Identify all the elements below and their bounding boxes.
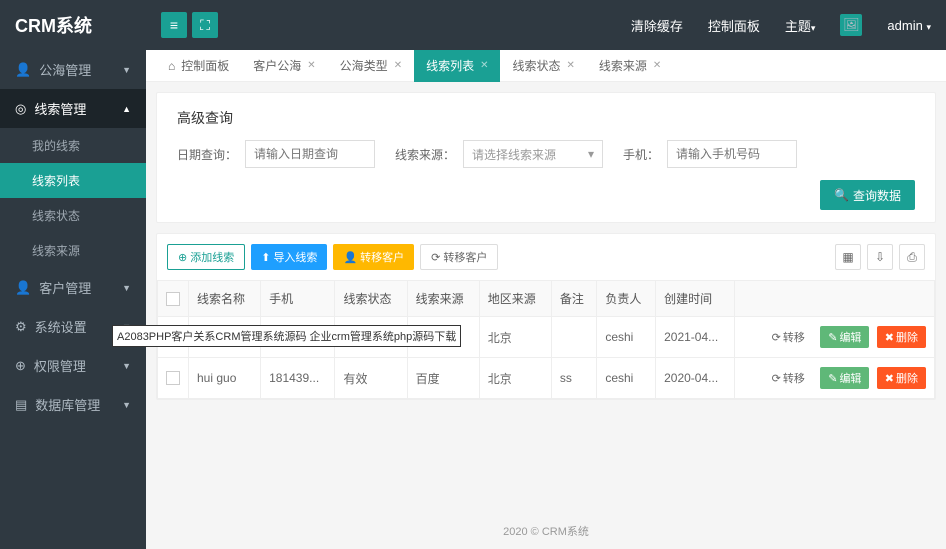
sidebar: CRM系统 👤公海管理 ▼ ◎线索管理 ▲ 我的线索 线索列表 线索状态 线索来… bbox=[0, 0, 146, 549]
search-icon: 🔍 bbox=[834, 188, 849, 202]
select-all-checkbox[interactable] bbox=[166, 292, 180, 306]
avatar[interactable]: 🖼 bbox=[840, 14, 862, 36]
user-menu[interactable]: admin ▾ bbox=[887, 18, 931, 33]
footer: 2020 © CRM系统 bbox=[146, 513, 946, 549]
caret-down-icon: ▼ bbox=[122, 361, 131, 371]
add-clue-button[interactable]: ⊕添加线索 bbox=[167, 244, 245, 270]
clear-cache-link[interactable]: 清除缓存 bbox=[631, 16, 683, 35]
gear-icon: ⚙ bbox=[15, 319, 27, 335]
row-delete-button[interactable]: ✖删除 bbox=[877, 326, 926, 348]
upload-icon: ⬆ bbox=[261, 251, 270, 264]
row-edit-button[interactable]: ✎编辑 bbox=[820, 367, 869, 389]
print-button[interactable]: ⎙ bbox=[899, 244, 925, 270]
phone-input[interactable] bbox=[667, 140, 797, 168]
target-icon: ◎ bbox=[15, 101, 26, 117]
refresh-icon: ⟳ bbox=[431, 251, 440, 264]
tooltip: A2083PHP客户关系CRM管理系统源码 企业crm管理系统php源码下载 bbox=[112, 325, 461, 347]
theme-link[interactable]: 主题▾ bbox=[785, 16, 816, 35]
transfer-clue-button[interactable]: ⟳转移客户 bbox=[420, 244, 498, 270]
date-label: 日期查询： bbox=[177, 146, 237, 163]
row-delete-button[interactable]: ✖删除 bbox=[877, 367, 926, 389]
tab-clue-status[interactable]: 线索状态✕ bbox=[500, 50, 586, 82]
source-label: 线索来源： bbox=[395, 146, 455, 163]
tab-control-panel[interactable]: ⌂控制面板 bbox=[156, 50, 241, 82]
caret-down-icon: ▾ bbox=[588, 147, 594, 161]
nav-customer[interactable]: 👤客户管理 ▼ bbox=[0, 268, 146, 307]
tab-clue-list[interactable]: 线索列表✕ bbox=[414, 50, 500, 82]
source-select[interactable]: 请选择线索来源▾ bbox=[463, 140, 603, 168]
caret-down-icon: ▼ bbox=[122, 65, 131, 75]
menu-toggle-button[interactable]: ≡ bbox=[161, 12, 187, 38]
date-input[interactable] bbox=[245, 140, 375, 168]
plus-icon: ⊕ bbox=[178, 251, 187, 264]
table-card: ⊕添加线索 ⬆导入线索 👤转移客户 ⟳转移客户 ▦ ⇩ ⎙ 线索名称 bbox=[156, 233, 936, 400]
logo: CRM系统 bbox=[0, 0, 146, 50]
close-icon[interactable]: ✕ bbox=[394, 60, 402, 71]
row-transfer-button[interactable]: ⟳转移 bbox=[764, 367, 813, 389]
sub-clue-status[interactable]: 线索状态 bbox=[0, 198, 146, 233]
caret-down-icon: ▼ bbox=[122, 283, 131, 293]
tab-customer-sea[interactable]: 客户公海✕ bbox=[241, 50, 327, 82]
nav-sea[interactable]: 👤公海管理 ▼ bbox=[0, 50, 146, 89]
filter-card: 高级查询 日期查询： 线索来源： 请选择线索来源▾ 手机： bbox=[156, 92, 936, 223]
shield-icon: ⊕ bbox=[15, 358, 26, 374]
control-panel-link[interactable]: 控制面板 bbox=[708, 16, 760, 35]
phone-label: 手机： bbox=[623, 146, 659, 163]
filter-title: 高级查询 bbox=[177, 108, 915, 128]
sub-my-clue[interactable]: 我的线索 bbox=[0, 128, 146, 163]
user-icon: 👤 bbox=[15, 280, 31, 296]
tabs: ⌂控制面板 客户公海✕ 公海类型✕ 线索列表✕ 线索状态✕ 线索来源✕ bbox=[146, 50, 946, 82]
row-checkbox[interactable] bbox=[166, 371, 180, 385]
tab-clue-source[interactable]: 线索来源✕ bbox=[587, 50, 673, 82]
nav-database[interactable]: ▤数据库管理 ▼ bbox=[0, 385, 146, 424]
close-icon[interactable]: ✕ bbox=[653, 60, 661, 71]
query-button[interactable]: 🔍查询数据 bbox=[820, 180, 915, 210]
nav-permission[interactable]: ⊕权限管理 ▼ bbox=[0, 346, 146, 385]
database-icon: ▤ bbox=[15, 397, 27, 413]
caret-up-icon: ▲ bbox=[122, 104, 131, 114]
fullscreen-button[interactable]: ⛶ bbox=[192, 12, 218, 38]
close-icon[interactable]: ✕ bbox=[480, 60, 488, 71]
tab-sea-type[interactable]: 公海类型✕ bbox=[328, 50, 414, 82]
close-icon[interactable]: ✕ bbox=[567, 60, 575, 71]
user-icon: 👤 bbox=[15, 62, 31, 78]
transfer-customer-button[interactable]: 👤转移客户 bbox=[333, 244, 414, 270]
caret-down-icon: ▼ bbox=[122, 400, 131, 410]
close-icon[interactable]: ✕ bbox=[307, 60, 315, 71]
import-clue-button[interactable]: ⬆导入线索 bbox=[251, 244, 327, 270]
home-icon: ⌂ bbox=[168, 59, 175, 73]
row-edit-button[interactable]: ✎编辑 bbox=[820, 326, 869, 348]
export-button[interactable]: ⇩ bbox=[867, 244, 893, 270]
topbar: ≡ ⛶ 清除缓存 控制面板 主题▾ 🖼 admin ▾ bbox=[146, 0, 946, 50]
caret-down-icon: ▾ bbox=[811, 23, 816, 33]
row-transfer-button[interactable]: ⟳转移 bbox=[764, 326, 813, 348]
caret-down-icon: ▾ bbox=[926, 22, 931, 32]
user-icon: 👤 bbox=[343, 251, 357, 264]
nav-clue[interactable]: ◎线索管理 ▲ bbox=[0, 89, 146, 128]
columns-button[interactable]: ▦ bbox=[835, 244, 861, 270]
table-row: hui guo 181439... 有效 百度 北京 ss ceshi 2020… bbox=[158, 358, 935, 399]
sub-clue-list[interactable]: 线索列表 bbox=[0, 163, 146, 198]
sub-clue-source[interactable]: 线索来源 bbox=[0, 233, 146, 268]
